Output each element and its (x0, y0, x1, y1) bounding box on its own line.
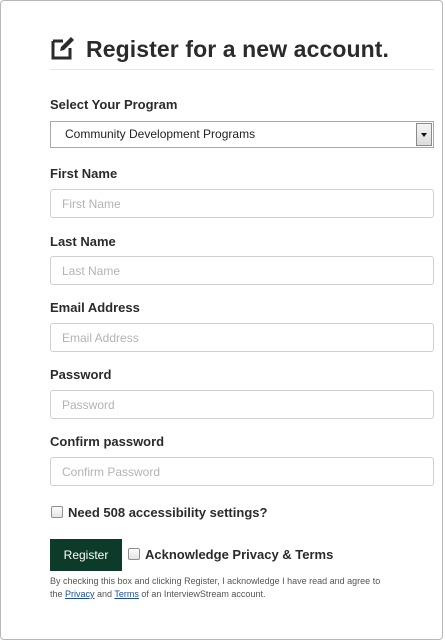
edit-icon (51, 37, 74, 60)
chevron-down-icon[interactable] (416, 123, 432, 146)
last-name-label: Last Name (50, 234, 116, 249)
page-header: Register for a new account. (50, 33, 434, 70)
accessibility-label: Need 508 accessibility settings? (68, 505, 268, 520)
terms-notice: By checking this box and clicking Regist… (50, 575, 390, 601)
first-name-label: First Name (50, 166, 118, 181)
last-name-input[interactable] (50, 256, 434, 285)
program-select[interactable]: Community Development Programs (50, 121, 434, 148)
register-button[interactable]: Register (50, 539, 122, 571)
acknowledge-checkbox[interactable] (128, 548, 140, 560)
email-input[interactable] (50, 323, 434, 352)
terms-notice-suffix: of an InterviewStream account. (138, 589, 266, 599)
password-label: Password (50, 367, 112, 382)
confirm-password-input[interactable] (50, 457, 434, 486)
terms-notice-and: and (94, 589, 115, 599)
first-name-input[interactable] (50, 189, 434, 218)
email-label: Email Address (50, 300, 140, 315)
privacy-link[interactable]: Privacy (65, 589, 95, 599)
program-select-value: Community Development Programs (65, 127, 256, 141)
accessibility-checkbox[interactable] (51, 506, 63, 518)
confirm-password-label: Confirm password (50, 434, 165, 449)
registration-panel: Register for a new account. Select Your … (0, 0, 443, 640)
acknowledge-label: Acknowledge Privacy & Terms (145, 547, 334, 562)
page-title: Register for a new account. (86, 36, 390, 62)
terms-link[interactable]: Terms (114, 589, 139, 599)
password-input[interactable] (50, 390, 434, 419)
program-label: Select Your Program (50, 97, 178, 112)
